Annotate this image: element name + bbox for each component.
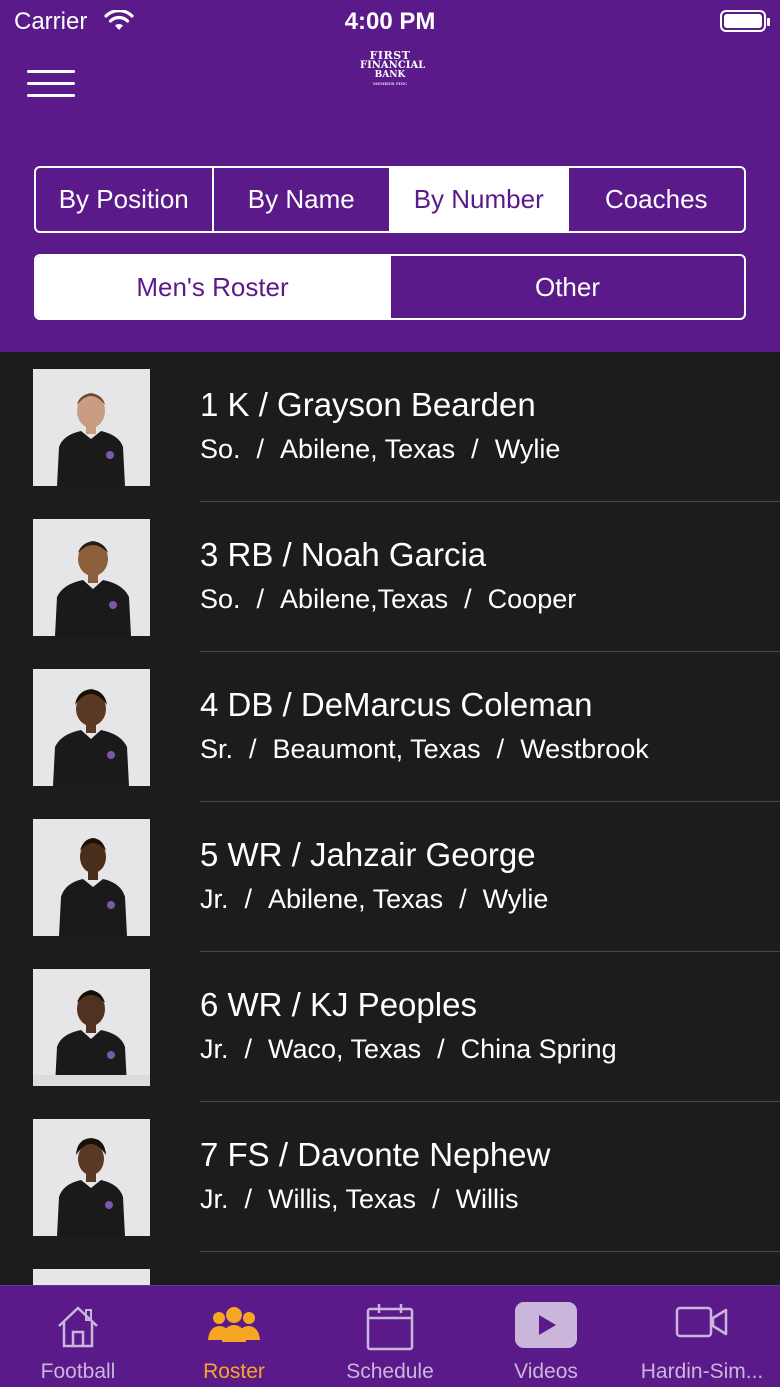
player-details: So. / Abilene, Texas / Wylie	[200, 434, 561, 464]
player-photo	[33, 1269, 150, 1285]
player-photo	[33, 369, 150, 486]
list-item[interactable]: 7 FS / Davonte Nephew Jr. / Willis, Texas /…	[0, 1102, 780, 1252]
home-icon	[58, 1306, 98, 1348]
tab-by-number[interactable]: By Number	[391, 168, 569, 231]
tab-coaches[interactable]: Coaches	[569, 168, 745, 231]
tab-by-position[interactable]: By Position	[36, 168, 214, 231]
tab-other[interactable]: Other	[391, 256, 744, 318]
tab-label: Football	[40, 1360, 116, 1383]
tab-label: Roster	[203, 1360, 265, 1383]
calendar-icon	[366, 1304, 414, 1351]
player-details: Sr. / Beaumont, Texas / Westbrook	[200, 734, 649, 764]
tab-football[interactable]: Football	[0, 1286, 156, 1387]
player-photo	[33, 519, 150, 636]
player-title: 7 FS / Davonte Nephew	[200, 1136, 551, 1173]
tab-hardin-simmons[interactable]: Hardin-Sim...	[624, 1286, 780, 1387]
list-item[interactable]: 5 WR / Jahzair George Jr. / Abilene, Texas…	[0, 802, 780, 952]
tab-label: Hardin-Sim...	[640, 1360, 764, 1383]
people-icon	[208, 1307, 260, 1342]
tab-videos[interactable]: Videos	[468, 1286, 624, 1387]
youtube-icon	[515, 1302, 577, 1348]
player-photo	[33, 969, 150, 1086]
player-details: Jr. / Waco, Texas / China Spring	[200, 1034, 617, 1064]
player-photo	[33, 1119, 150, 1236]
player-title: 1 K / Grayson Bearden	[200, 386, 536, 423]
player-photo	[33, 669, 150, 786]
tab-mens-roster[interactable]: Men's Roster	[36, 256, 391, 318]
tab-roster[interactable]: Roster	[156, 1286, 312, 1387]
list-item[interactable]: 6 WR / KJ Peoples Jr. / Waco, Texas / China …	[0, 952, 780, 1102]
video-camera-icon	[675, 1306, 728, 1338]
bottom-tab-bar: Football Roster Schedule Videos Hardin-S…	[0, 1285, 780, 1387]
tab-label: Schedule	[346, 1360, 434, 1383]
tab-label: Videos	[514, 1360, 578, 1383]
list-item-partial[interactable]	[0, 1252, 780, 1285]
player-title: 4 DB / DeMarcus Coleman	[200, 686, 593, 723]
player-title: 6 WR / KJ Peoples	[200, 986, 477, 1023]
tab-schedule[interactable]: Schedule	[312, 1286, 468, 1387]
player-title: 5 WR / Jahzair George	[200, 836, 536, 873]
player-photo	[33, 819, 150, 936]
status-bar: Carrier 4:00 PM	[0, 0, 780, 44]
player-details: Jr. / Abilene, Texas / Wylie	[200, 884, 549, 914]
list-item[interactable]: 1 K / Grayson Bearden So. / Abilene, Texas…	[0, 352, 780, 502]
list-item[interactable]: 3 RB / Noah Garcia So. / Abilene,Texas / Coo…	[0, 502, 780, 652]
player-details: So. / Abilene,Texas / Cooper	[200, 584, 577, 614]
hamburger-menu-button[interactable]	[27, 70, 75, 104]
battery-icon	[720, 10, 770, 32]
roster-segmented-control: Men's Roster Other	[34, 254, 746, 320]
player-title: 3 RB / Noah Garcia	[200, 536, 487, 573]
sponsor-logo: FIRST FINANCIAL BANK MEMBER FDIC	[360, 49, 426, 86]
list-item[interactable]: 4 DB / DeMarcus Coleman Sr. / Beaumont, Te…	[0, 652, 780, 802]
app-header: Carrier 4:00 PM FIRST FINANCIAL BANK MEM…	[0, 0, 780, 352]
player-details: Jr. / Willis, Texas / Willis	[200, 1184, 519, 1214]
sort-segmented-control: By Position By Name By Number Coaches	[34, 166, 746, 233]
tab-by-name[interactable]: By Name	[214, 168, 391, 231]
clock: 4:00 PM	[344, 8, 436, 35]
roster-list: 1 K / Grayson Bearden So. / Abilene, Texas…	[0, 352, 780, 1285]
